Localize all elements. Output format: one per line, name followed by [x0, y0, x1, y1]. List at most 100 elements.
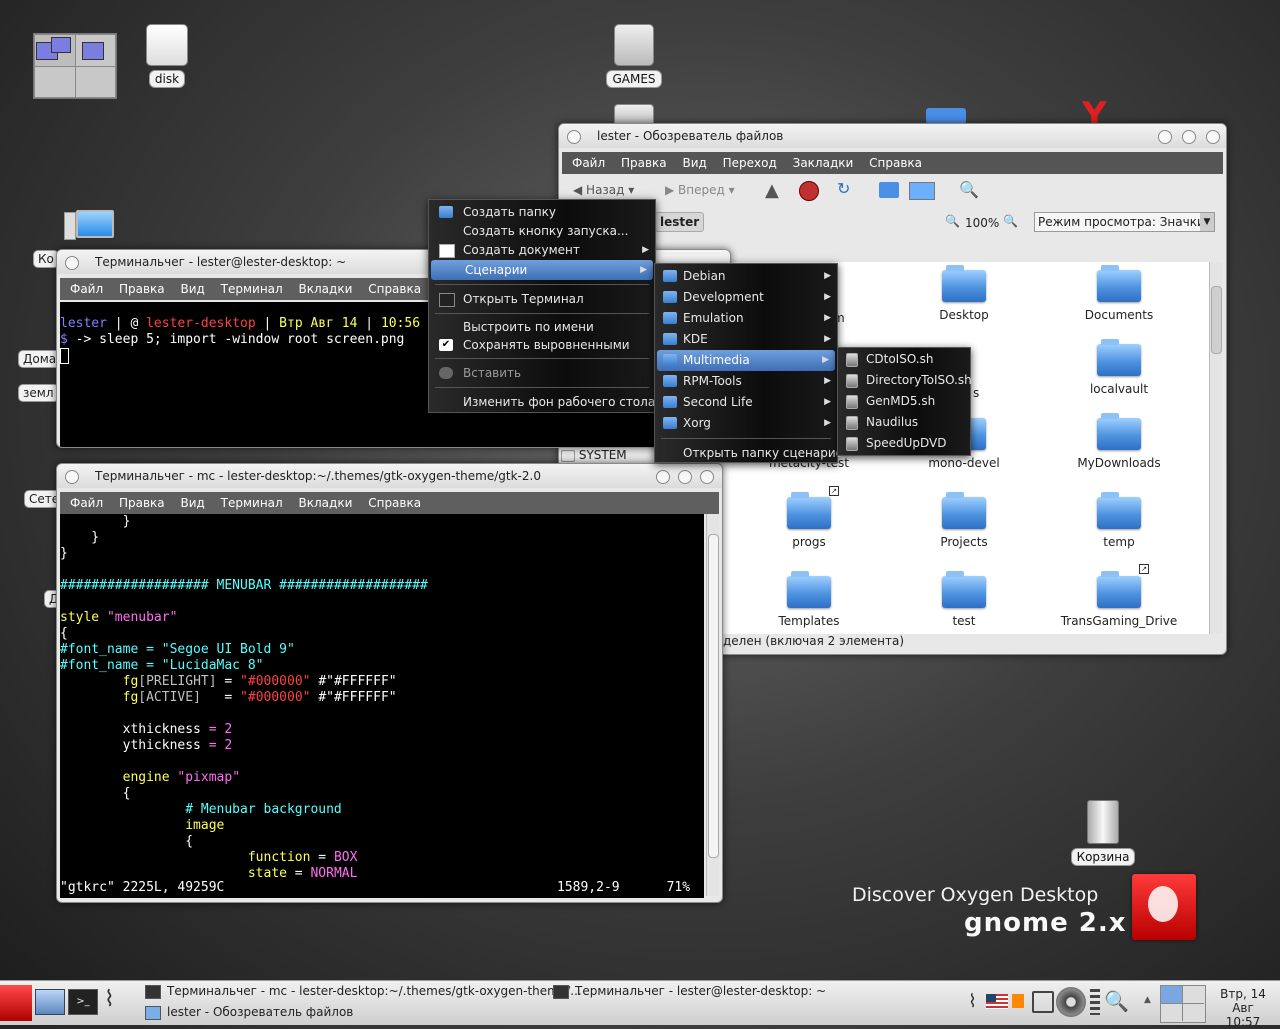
menu-file[interactable]: Файл	[70, 282, 103, 296]
script-item[interactable]: GenMD5.sh	[838, 391, 970, 412]
scripts-item[interactable]: Debian ▶	[655, 266, 837, 287]
workspace-switcher[interactable]	[33, 33, 117, 99]
main-menu-button[interactable]	[0, 985, 32, 1021]
menu-item-create-launcher[interactable]: Создать кнопку запуска...	[429, 222, 655, 240]
display-icon[interactable]	[1032, 991, 1054, 1013]
file-item[interactable]: Templates	[749, 571, 869, 628]
volume-icon[interactable]	[1056, 987, 1086, 1017]
file-item[interactable]: localvault	[1059, 339, 1179, 396]
computer-icon[interactable]	[64, 210, 114, 244]
script-item[interactable]: Naudilus	[838, 412, 970, 433]
search-icon[interactable]: 🔍	[959, 180, 979, 199]
menu-help[interactable]: Справка	[869, 156, 922, 170]
clock[interactable]: Втр, 14 Авг 10:57	[1208, 987, 1278, 1029]
menu-help[interactable]: Справка	[368, 282, 421, 296]
menu-file[interactable]: Файл	[70, 496, 103, 510]
tray-expand-icon[interactable]: ▲	[1144, 995, 1151, 1005]
tools-icon[interactable]: ⌇	[104, 987, 124, 1017]
menu-edit[interactable]: Правка	[621, 156, 667, 170]
desktop-icon-label[interactable]: земл	[18, 384, 59, 402]
scripts-item[interactable]: Xorg ▶	[655, 413, 837, 434]
menu-view[interactable]: Вид	[682, 156, 706, 170]
titlebar[interactable]: lester - Обозреватель файлов	[559, 124, 1226, 148]
show-desktop-icon[interactable]	[35, 989, 65, 1015]
minimize-icon[interactable]	[1158, 130, 1172, 144]
file-item[interactable]: temp	[1059, 492, 1179, 549]
close-icon[interactable]	[1206, 130, 1220, 144]
terminal-window-mc[interactable]: Терминальчег - mc - lester-desktop:~/.th…	[56, 463, 723, 903]
file-item[interactable]: progs	[749, 492, 869, 549]
menu-terminal[interactable]: Терминал	[221, 496, 283, 510]
workspace-4[interactable]	[75, 66, 116, 98]
checkbox-checked-icon[interactable]: ✔	[439, 339, 453, 351]
menu-go[interactable]: Переход	[723, 156, 777, 170]
menu-help[interactable]: Справка	[368, 496, 421, 510]
back-button[interactable]: ◀ Назад ▾	[573, 183, 634, 197]
file-item[interactable]: TransGaming_Drive	[1059, 571, 1179, 628]
close-icon[interactable]	[700, 470, 714, 484]
file-item[interactable]: MyDownloads	[1059, 413, 1179, 470]
menu-item-create-folder[interactable]: Создать папку	[429, 202, 655, 222]
menu-file[interactable]: Файл	[572, 156, 605, 170]
file-item[interactable]: Documents	[1059, 265, 1179, 322]
file-item[interactable]: test	[904, 571, 1024, 628]
stop-icon[interactable]	[799, 181, 819, 201]
menu-edit[interactable]: Правка	[119, 282, 165, 296]
scripts-item[interactable]: RPM-Tools ▶	[655, 371, 837, 392]
open-scripts-folder[interactable]: Открыть папку сценариев	[655, 443, 850, 463]
maximize-icon[interactable]	[1182, 130, 1196, 144]
script-item[interactable]: DirectoryToISO.sh	[838, 370, 972, 391]
scrollbar[interactable]	[706, 514, 719, 896]
keyboard-layout-flag-icon[interactable]	[986, 994, 1008, 1009]
menu-item-create-document[interactable]: Создать документ ▶	[429, 240, 655, 260]
menu-view[interactable]: Вид	[180, 282, 204, 296]
equalizer-icon[interactable]	[1090, 989, 1100, 1015]
update-icon[interactable]	[1012, 994, 1024, 1008]
file-item[interactable]: Desktop	[904, 265, 1024, 322]
script-item[interactable]: SpeedUpDVD	[838, 433, 970, 454]
menu-item-keep-aligned[interactable]: ✔ Сохранять выровненными	[429, 336, 655, 354]
menu-tabs[interactable]: Вкладки	[299, 282, 353, 296]
zoom-out-icon[interactable]: 🔍	[945, 214, 960, 228]
menu-item-arrange-by-name[interactable]: Выстроить по имени	[429, 318, 655, 336]
menu-item-change-background[interactable]: Изменить фон рабочего стола	[429, 392, 655, 412]
minimize-icon[interactable]	[656, 470, 670, 484]
scripts-item[interactable]: Emulation ▶	[655, 308, 837, 329]
reload-icon[interactable]: ↻	[837, 179, 850, 198]
view-mode-select[interactable]: Режим просмотра: Значки ▼	[1034, 212, 1215, 232]
taskbar-task[interactable]: lester - Обозреватель файлов	[145, 1005, 353, 1020]
scrollbar[interactable]	[1209, 262, 1222, 634]
window-menu-icon[interactable]	[567, 130, 581, 144]
scripts-item-selected[interactable]: Multimedia ▶	[657, 350, 835, 371]
desktop-icon-games[interactable]: GAMES	[604, 24, 664, 88]
menu-edit[interactable]: Правка	[119, 496, 165, 510]
window-menu-icon[interactable]	[65, 256, 79, 270]
scripts-item[interactable]: Second Life ▶	[655, 392, 837, 413]
editor-buffer[interactable]: } } } ################### MENUBAR ######…	[60, 514, 704, 896]
desktop-icon-label[interactable]: Ко	[33, 250, 59, 268]
menu-item-paste[interactable]: Вставить	[429, 363, 655, 383]
workspace-3[interactable]	[34, 66, 76, 98]
titlebar[interactable]: Терминальчег - mc - lester-desktop:~/.th…	[57, 464, 722, 488]
window-menu-icon[interactable]	[65, 470, 79, 484]
taskbar-task[interactable]: Терминальчег - lester@lester-desktop: ~	[553, 984, 826, 999]
scripts-item[interactable]: Development ▶	[655, 287, 837, 308]
up-icon[interactable]: ▲	[765, 180, 779, 201]
script-item[interactable]: CDtoISO.sh	[838, 349, 970, 370]
menu-bookmarks[interactable]: Закладки	[793, 156, 854, 170]
forward-button[interactable]: ▶ Вперед ▾	[665, 183, 735, 197]
file-item[interactable]: Projects	[904, 492, 1024, 549]
zoom-in-icon[interactable]: 🔍	[1003, 214, 1018, 228]
scripts-item[interactable]: KDE ▶	[655, 329, 837, 350]
maximize-icon[interactable]	[678, 470, 692, 484]
terminal-launcher-icon[interactable]: >_	[68, 989, 98, 1015]
home-icon[interactable]	[879, 182, 899, 198]
menu-item-scripts[interactable]: Сценарии ▶	[431, 260, 653, 280]
desktop-icon-label[interactable]: Дома	[18, 350, 62, 368]
side-pane-item[interactable]: SYSTEM	[561, 448, 627, 462]
menu-view[interactable]: Вид	[180, 496, 204, 510]
taskbar-task[interactable]: Терминальчег - mc - lester-desktop:~/.th…	[145, 984, 582, 999]
desktop-icon-disk[interactable]: disk	[143, 24, 191, 88]
search-tool-icon[interactable]: 🔍	[1104, 989, 1140, 1015]
path-button[interactable]: lester	[655, 212, 705, 232]
